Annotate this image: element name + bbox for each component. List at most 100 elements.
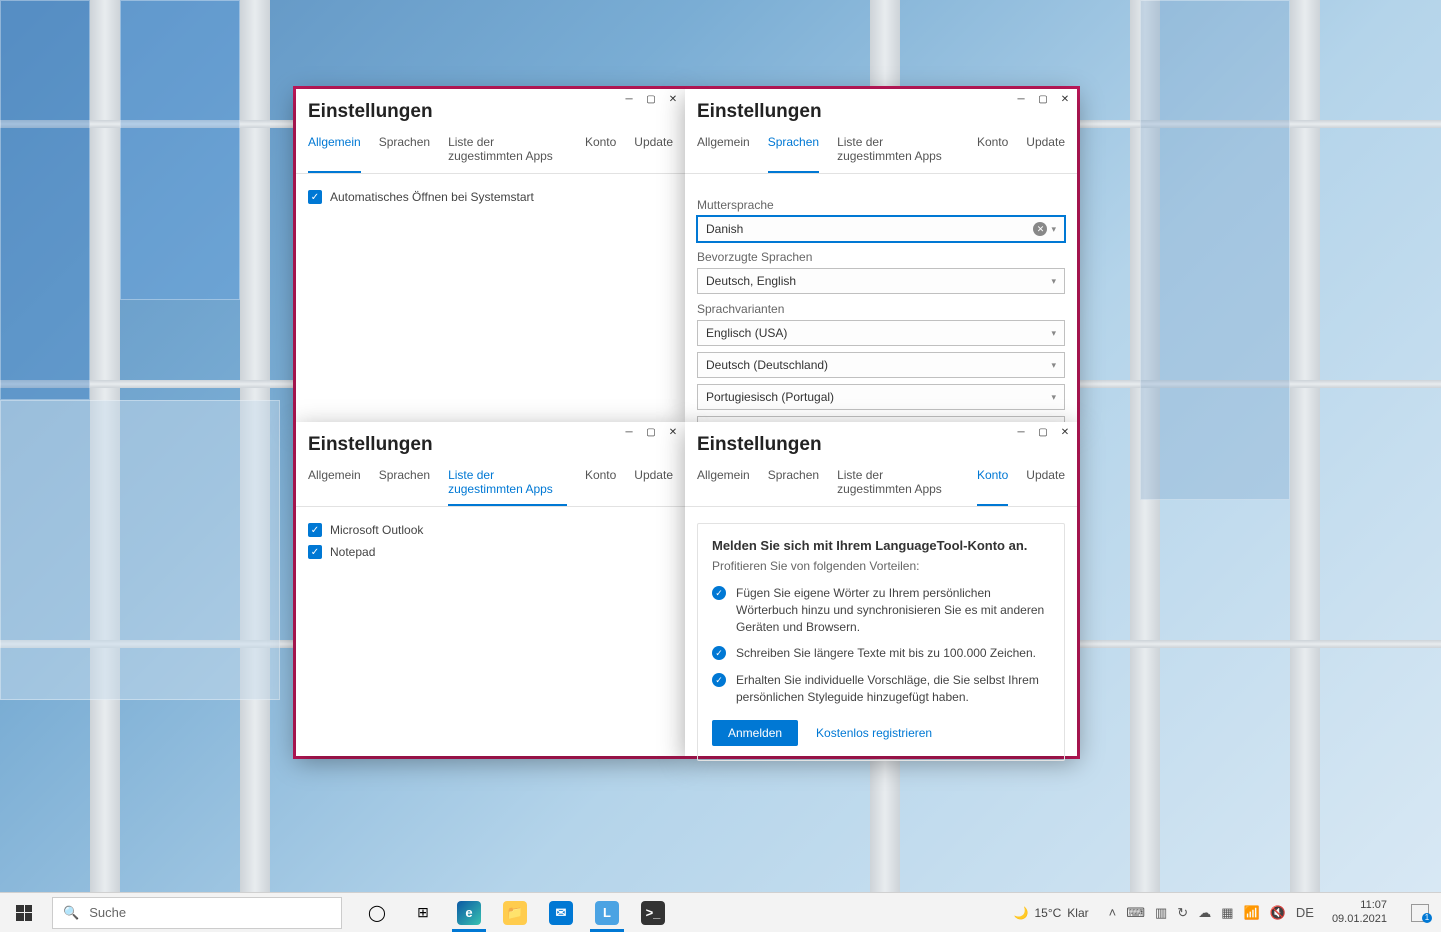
task-view-button[interactable]: ◯	[354, 893, 400, 932]
variant-select-1[interactable]: Deutsch (Deutschland)▾	[697, 352, 1065, 378]
desktop-wallpaper: ─ ▢ ✕ Einstellungen Allgemein Sprachen L…	[0, 0, 1441, 892]
tab-account[interactable]: Konto	[585, 129, 616, 173]
close-button[interactable]: ✕	[663, 91, 683, 107]
mother-tongue-value: Danish	[706, 222, 743, 236]
taskbar: 🔍 Suche ◯ ⊞ e 📁 ✉ L >_ 🌙 15°C Klar ˄ ⌨ ▥…	[0, 892, 1441, 932]
tab-languages[interactable]: Sprachen	[379, 129, 430, 173]
minimize-button[interactable]: ─	[1011, 91, 1031, 107]
benefit-text: Fügen Sie eigene Wörter zu Ihrem persönl…	[736, 585, 1050, 635]
check-icon: ✓	[712, 673, 726, 687]
tray-language[interactable]: DE	[1296, 905, 1314, 920]
tab-languages[interactable]: Sprachen	[379, 462, 430, 506]
login-card-title: Melden Sie sich mit Ihrem LanguageTool-K…	[712, 538, 1050, 553]
maximize-button[interactable]: ▢	[1033, 91, 1053, 107]
languagetool-icon: L	[595, 901, 619, 925]
app-checkbox-notepad[interactable]: ✓	[308, 545, 322, 559]
file-explorer-button[interactable]: 📁	[492, 893, 538, 932]
chevron-down-icon: ▾	[1051, 276, 1056, 287]
clock[interactable]: 11:07 09.01.2021	[1324, 899, 1395, 925]
chevron-down-icon: ▾	[1051, 392, 1056, 403]
preferred-languages-value: Deutsch, English	[706, 274, 796, 288]
edge-browser-button[interactable]: e	[446, 893, 492, 932]
tray-chevron-icon[interactable]: ˄	[1109, 905, 1117, 920]
minimize-button[interactable]: ─	[619, 424, 639, 440]
preferred-languages-select[interactable]: Deutsch, English ▾	[697, 268, 1065, 294]
edge-icon: e	[457, 901, 481, 925]
settings-window-account: ─ ▢ ✕ Einstellungen Allgemein Sprachen L…	[685, 422, 1077, 756]
tab-apps[interactable]: Liste der zugestimmten Apps	[837, 129, 959, 173]
terminal-icon: >_	[641, 901, 665, 925]
variant-select-2[interactable]: Portugiesisch (Portugal)▾	[697, 384, 1065, 410]
weather-temp: 15°C	[1034, 906, 1061, 920]
chevron-down-icon: ▾	[1051, 360, 1056, 371]
benefit-text: Erhalten Sie individuelle Vorschläge, di…	[736, 672, 1050, 706]
mother-tongue-select[interactable]: Danish ✕▾	[697, 216, 1065, 242]
settings-window-general: ─ ▢ ✕ Einstellungen Allgemein Sprachen L…	[296, 89, 685, 422]
tab-languages[interactable]: Sprachen	[768, 129, 819, 173]
close-button[interactable]: ✕	[1055, 424, 1075, 440]
terminal-button[interactable]: >_	[630, 893, 676, 932]
tab-general[interactable]: Allgemein	[308, 129, 361, 173]
autostart-checkbox[interactable]: ✓	[308, 190, 322, 204]
start-button[interactable]	[0, 893, 48, 932]
folder-icon: 📁	[503, 901, 527, 925]
tab-update[interactable]: Update	[1026, 462, 1065, 506]
tray-cloud-icon[interactable]: ☁	[1198, 905, 1211, 921]
maximize-button[interactable]: ▢	[641, 424, 661, 440]
minimize-button[interactable]: ─	[1011, 424, 1031, 440]
chevron-down-icon: ▾	[1051, 328, 1056, 339]
tab-languages[interactable]: Sprachen	[768, 462, 819, 506]
tray-app-icon[interactable]: ▦	[1221, 905, 1233, 921]
weather-widget[interactable]: 🌙 15°C Klar	[1004, 906, 1099, 920]
clock-date: 09.01.2021	[1332, 913, 1387, 926]
minimize-button[interactable]: ─	[619, 91, 639, 107]
tray-onedrive-icon[interactable]: ▥	[1155, 905, 1167, 921]
register-link[interactable]: Kostenlos registrieren	[816, 726, 932, 740]
variant-select-0[interactable]: Englisch (USA)▾	[697, 320, 1065, 346]
clear-icon[interactable]: ✕	[1033, 222, 1047, 236]
cortana-button[interactable]: ⊞	[400, 893, 446, 932]
moon-icon: 🌙	[1014, 906, 1029, 920]
app-item-label: Microsoft Outlook	[330, 523, 423, 537]
maximize-button[interactable]: ▢	[641, 91, 661, 107]
tab-update[interactable]: Update	[634, 129, 673, 173]
close-button[interactable]: ✕	[663, 424, 683, 440]
notification-center-button[interactable]	[1411, 904, 1429, 922]
app-checkbox-outlook[interactable]: ✓	[308, 523, 322, 537]
autostart-label: Automatisches Öffnen bei Systemstart	[330, 190, 534, 204]
languagetool-button[interactable]: L	[584, 893, 630, 932]
app-item-label: Notepad	[330, 545, 375, 559]
preferred-languages-label: Bevorzugte Sprachen	[697, 250, 1065, 264]
tab-account[interactable]: Konto	[977, 462, 1008, 506]
check-icon: ✓	[712, 586, 726, 600]
tray-volume-icon[interactable]: 🔇	[1270, 905, 1286, 921]
mother-tongue-label: Muttersprache	[697, 198, 1065, 212]
tab-apps[interactable]: Liste der zugestimmten Apps	[837, 462, 959, 506]
task-icon: ⊞	[417, 904, 429, 921]
check-icon: ✓	[712, 646, 726, 660]
tab-update[interactable]: Update	[634, 462, 673, 506]
tab-general[interactable]: Allgemein	[308, 462, 361, 506]
tab-account[interactable]: Konto	[977, 129, 1008, 173]
tab-apps[interactable]: Liste der zugestimmten Apps	[448, 129, 567, 173]
login-button[interactable]: Anmelden	[712, 720, 798, 746]
mail-button[interactable]: ✉	[538, 893, 584, 932]
mail-icon: ✉	[549, 901, 573, 925]
tab-general[interactable]: Allgemein	[697, 462, 750, 506]
tray-wifi-icon[interactable]: 📶	[1244, 905, 1260, 921]
tab-apps[interactable]: Liste der zugestimmten Apps	[448, 462, 567, 506]
maximize-button[interactable]: ▢	[1033, 424, 1053, 440]
login-card-subtitle: Profitieren Sie von folgenden Vorteilen:	[712, 559, 1050, 573]
search-placeholder: Suche	[89, 905, 126, 920]
close-button[interactable]: ✕	[1055, 91, 1075, 107]
tray-keyboard-icon[interactable]: ⌨	[1126, 905, 1145, 921]
tab-update[interactable]: Update	[1026, 129, 1065, 173]
tab-general[interactable]: Allgemein	[697, 129, 750, 173]
benefit-text: Schreiben Sie längere Texte mit bis zu 1…	[736, 645, 1036, 662]
settings-window-languages: ─ ▢ ✕ Einstellungen Allgemein Sprachen L…	[685, 89, 1077, 422]
windows-logo-icon	[16, 905, 32, 921]
tray-sync-icon[interactable]: ↻	[1177, 905, 1188, 921]
tab-account[interactable]: Konto	[585, 462, 616, 506]
search-box[interactable]: 🔍 Suche	[52, 897, 342, 929]
variants-label: Sprachvarianten	[697, 302, 1065, 316]
